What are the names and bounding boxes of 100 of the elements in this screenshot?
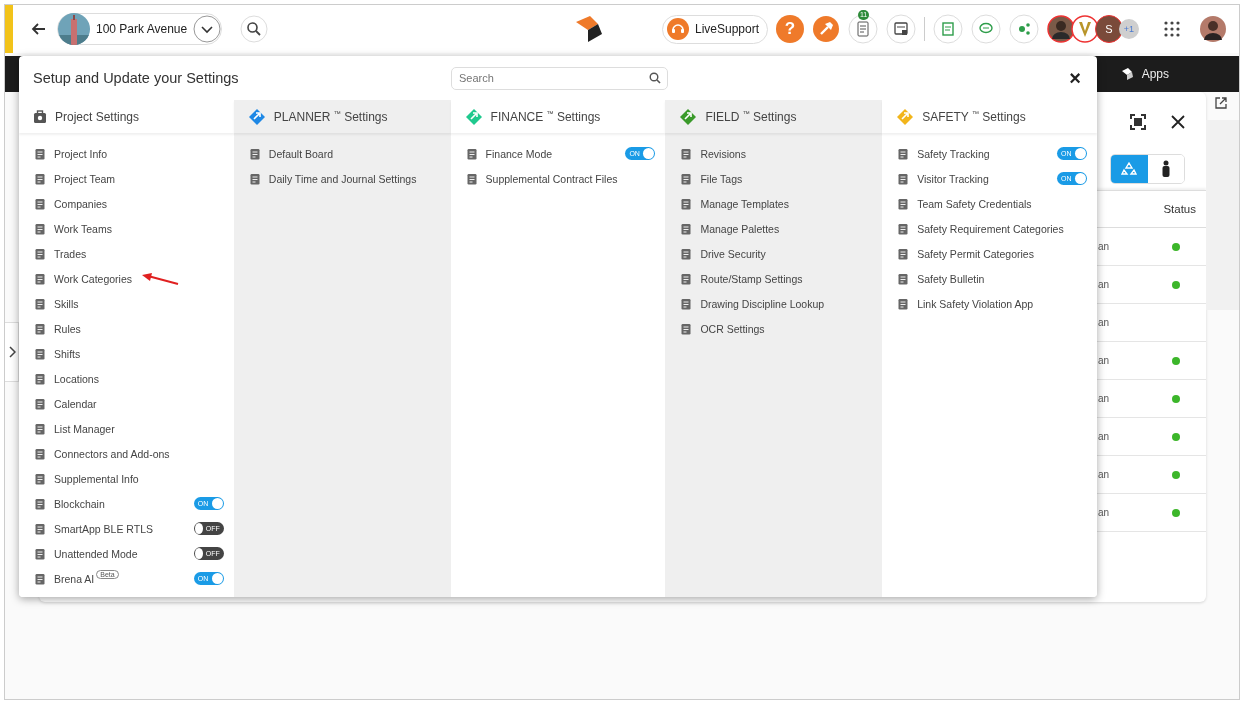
settings-link[interactable]: Connectors and Add-ons (54, 447, 170, 460)
document-icon (34, 197, 46, 210)
hammer-icon[interactable] (812, 15, 840, 43)
document-icon[interactable] (886, 14, 916, 44)
document-icon (680, 297, 693, 310)
document-icon (465, 172, 478, 185)
person-icon (1160, 160, 1171, 178)
settings-link[interactable]: Safety Tracking (917, 147, 990, 160)
chevron-down-icon[interactable] (193, 15, 222, 43)
document-icon (34, 247, 46, 260)
settings-link[interactable]: Safety Requirement Categories (917, 222, 1064, 235)
settings-link[interactable]: Work Categories (54, 272, 132, 285)
settings-link[interactable]: SmartApp BLE RTLS (54, 522, 154, 535)
document-icon (34, 422, 46, 435)
document-icon (34, 272, 46, 285)
settings-link[interactable]: Visitor Tracking (917, 172, 989, 185)
column-title: FINANCE $^{™}$ Settings (490, 109, 601, 124)
search-icon (649, 71, 661, 84)
document-icon (897, 247, 910, 260)
document-icon (34, 322, 46, 335)
settings-link[interactable]: Drive Security (700, 247, 766, 260)
settings-link[interactable]: Calendar (54, 397, 97, 410)
document-icon (248, 172, 261, 185)
settings-link[interactable]: Route/Stamp Settings (700, 272, 803, 285)
close-button[interactable]: × (1065, 66, 1085, 90)
settings-link[interactable]: Link Safety Violation App (917, 297, 1034, 310)
document-icon (680, 172, 693, 185)
external-link-icon[interactable] (1214, 96, 1228, 110)
apps-link[interactable]: Apps (1141, 67, 1169, 81)
recycle-toggle[interactable] (1111, 155, 1148, 183)
document-icon (680, 222, 693, 235)
table-cell-text: an (1097, 507, 1111, 518)
search-field[interactable]: Search (451, 66, 668, 90)
settings-link[interactable]: Rules (54, 322, 81, 335)
collapse-tab[interactable] (5, 322, 19, 382)
settings-link[interactable]: Project Team (54, 172, 116, 185)
document-icon (34, 447, 46, 460)
settings-link[interactable]: Locations (54, 372, 99, 385)
settings-link[interactable]: Blockchain (54, 497, 105, 510)
settings-link[interactable]: Safety Permit Categories (917, 247, 1034, 260)
settings-link[interactable]: File Tags (700, 172, 743, 185)
settings-link[interactable]: Manage Templates (700, 197, 789, 210)
settings-link[interactable]: Shifts (54, 347, 81, 360)
settings-link[interactable]: Daily Time and Journal Settings (268, 172, 417, 185)
settings-link[interactable]: Supplemental Contract Files (485, 172, 618, 185)
column-title: Project Settings (55, 109, 140, 124)
settings-link[interactable]: Default Board (268, 147, 333, 160)
document-icon (34, 397, 46, 410)
clipboard-icon[interactable] (848, 14, 878, 44)
settings-link[interactable]: Safety Bulletin (917, 272, 985, 285)
document-icon (34, 147, 46, 160)
live-support-button[interactable]: LiveSupport (661, 14, 768, 44)
document-icon (34, 472, 46, 485)
document-icon (680, 197, 693, 210)
apps-grid-icon[interactable] (1163, 20, 1181, 38)
document-icon (34, 547, 46, 560)
document-icon (34, 222, 46, 235)
chat-icon[interactable] (971, 14, 1001, 44)
document-icon (465, 147, 478, 160)
document-icon (680, 272, 693, 285)
document-icon (34, 372, 46, 385)
document-icon (680, 322, 693, 335)
settings-link[interactable]: List Manager (54, 422, 115, 435)
settings-link[interactable]: Manage Palettes (700, 222, 780, 235)
accent-stripe (5, 5, 13, 53)
settings-link[interactable]: Drawing Discipline Lookup (700, 297, 825, 310)
search-icon[interactable] (240, 15, 269, 43)
document-icon (34, 297, 46, 310)
table-cell-text: an (1097, 279, 1111, 290)
settings-link[interactable]: Revisions (700, 147, 746, 160)
document-icon (248, 147, 261, 160)
settings-link[interactable]: Unattended Mode (54, 547, 138, 560)
back-arrow-icon[interactable] (31, 21, 47, 37)
annotation-arrow (140, 271, 180, 286)
v-logo-icon[interactable] (1071, 15, 1099, 43)
settings-link[interactable]: OCR Settings (700, 322, 765, 335)
avatar-initial[interactable]: S (1095, 15, 1123, 43)
settings-link[interactable]: Work Teams (54, 222, 112, 235)
document-icon (34, 522, 46, 535)
settings-link[interactable]: Finance Mode (485, 147, 553, 160)
document-icon (34, 497, 46, 510)
table-cell-text: an (1097, 431, 1111, 442)
network-icon[interactable] (1009, 14, 1039, 44)
document-icon (897, 222, 910, 235)
settings-link[interactable]: Team Safety Credentials (917, 197, 1032, 210)
settings-link[interactable]: Skills (54, 297, 79, 310)
project-selector[interactable]: 100 Park Avenue (57, 13, 223, 45)
table-cell-text: an (1097, 355, 1111, 366)
user-avatar-icon[interactable] (1199, 15, 1227, 43)
chevron-right-icon (7, 346, 16, 358)
avatar-icon[interactable] (1047, 15, 1075, 43)
settings-link[interactable]: Supplemental Info (54, 472, 139, 485)
settings-link[interactable]: Project Info (54, 147, 108, 160)
document-icon (897, 272, 910, 285)
fullscreen-icon[interactable] (1130, 114, 1146, 130)
settings-link[interactable]: Brena AI (54, 572, 95, 585)
settings-link[interactable]: Companies (54, 197, 108, 210)
settings-link[interactable]: Trades (54, 247, 87, 260)
close-icon[interactable] (1170, 114, 1186, 130)
document-icon (680, 247, 693, 260)
